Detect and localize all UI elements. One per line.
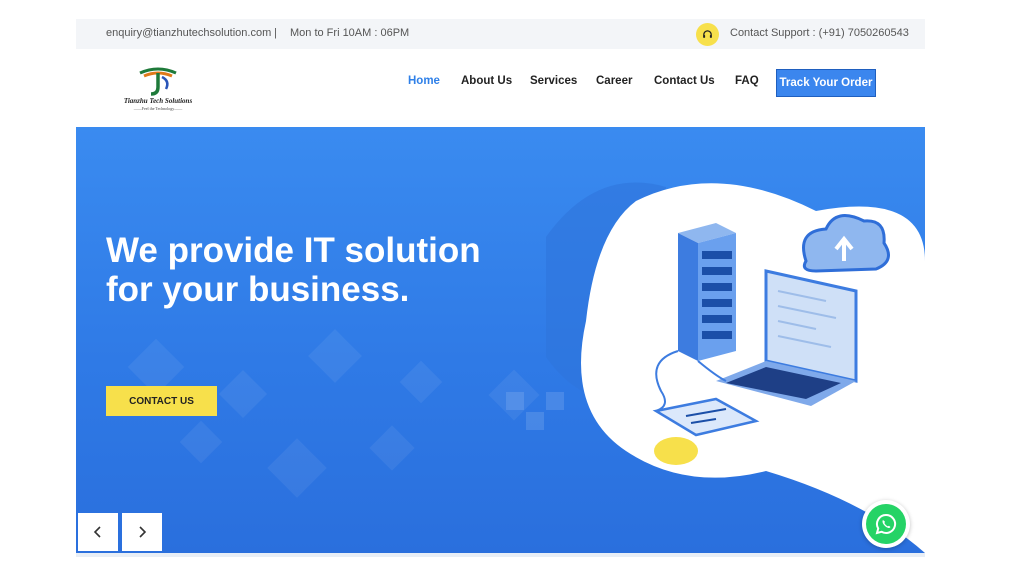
chevron-left-icon (93, 526, 101, 538)
support-phone[interactable]: Contact Support : (+91) 7050260543 (730, 27, 909, 39)
logo-name: Tianzhu Tech Solutions (123, 97, 193, 105)
chevron-right-icon (139, 526, 147, 538)
hero-bottom-border (76, 553, 925, 557)
nav-about-us[interactable]: About Us (461, 75, 512, 87)
hero-slider: We provide IT solution for your business… (76, 127, 925, 553)
nav-contact-us[interactable]: Contact Us (654, 75, 715, 87)
headline-line-2: for your business. (106, 270, 410, 309)
nav-home[interactable]: Home (408, 75, 440, 87)
whatsapp-button[interactable] (862, 500, 910, 548)
topbar-separator: | (274, 27, 277, 39)
slider-prev-button[interactable] (78, 513, 118, 551)
contact-us-button[interactable]: CONTACT US (106, 386, 217, 416)
company-logo[interactable]: Tianzhu Tech Solutions ——Feel the Techno… (106, 67, 210, 111)
whatsapp-icon (866, 504, 906, 544)
nav-faq[interactable]: FAQ (735, 75, 759, 87)
track-order-button[interactable]: Track Your Order (776, 69, 876, 97)
logo-mark-icon (139, 67, 177, 96)
headset-icon (696, 23, 719, 46)
hero-headline: We provide IT solution for your business… (106, 231, 546, 309)
top-info-bar: enquiry@tianzhutechsolution.com | Mon to… (76, 19, 925, 49)
headline-line-1: We provide IT solution (106, 231, 481, 270)
nav-career[interactable]: Career (596, 75, 632, 87)
slider-next-button[interactable] (122, 513, 162, 551)
server-rack-icon (678, 223, 736, 361)
site-header: Tianzhu Tech Solutions ——Feel the Techno… (76, 49, 925, 127)
business-hours: Mon to Fri 10AM : 06PM (290, 27, 410, 39)
logo-tagline: ——Feel the Technology—— (133, 106, 183, 111)
nav-services[interactable]: Services (530, 75, 577, 87)
website: enquiry@tianzhutechsolution.com | Mon to… (76, 19, 925, 557)
contact-email[interactable]: enquiry@tianzhutechsolution.com (106, 27, 271, 39)
it-illustration (581, 183, 925, 553)
